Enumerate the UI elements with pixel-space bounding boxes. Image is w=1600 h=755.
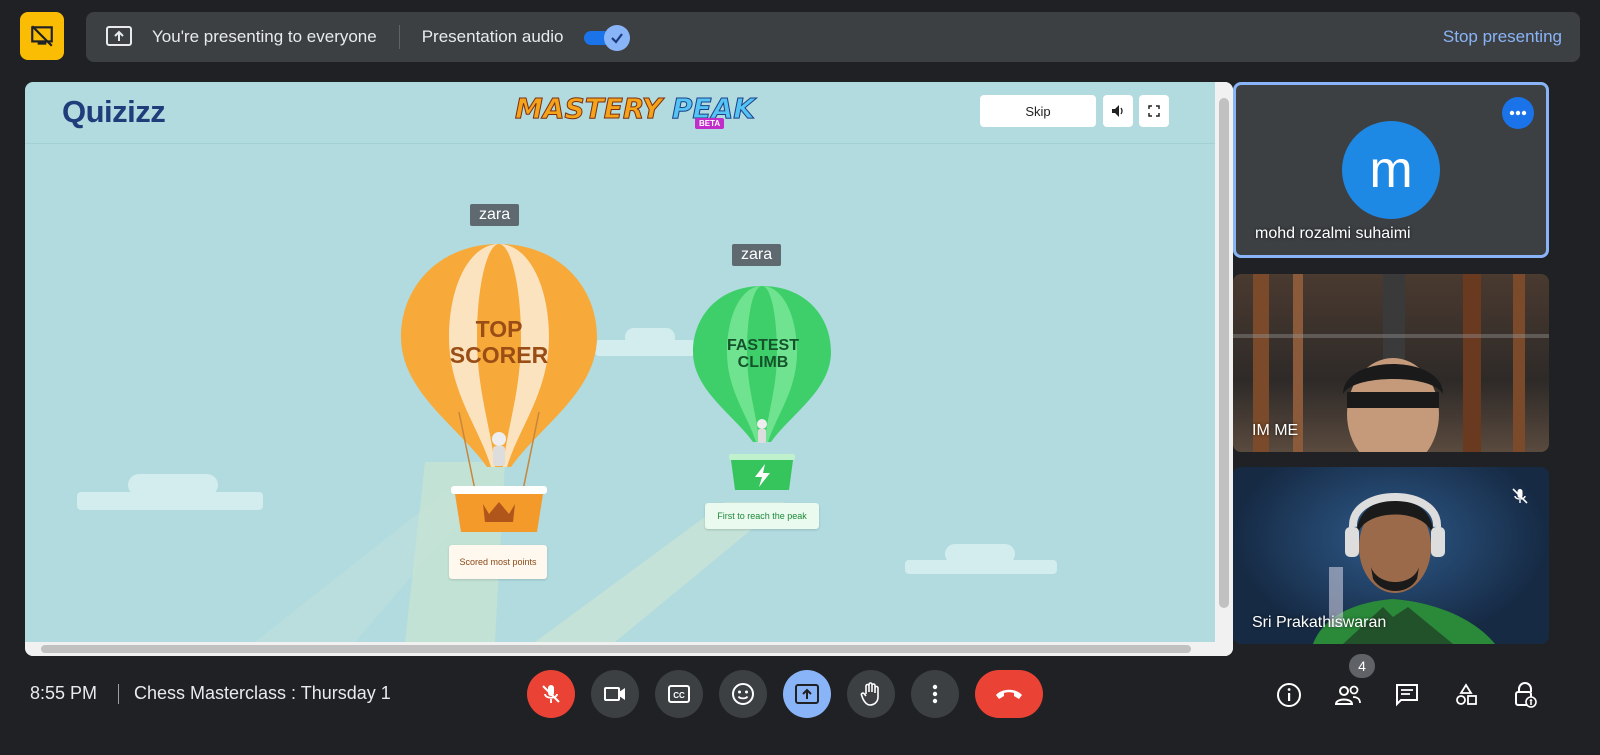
present-screen-icon xyxy=(104,22,134,52)
raise-hand-button[interactable] xyxy=(847,670,895,718)
orange-balloon xyxy=(401,244,597,532)
check-icon xyxy=(610,33,623,44)
activities-icon xyxy=(1456,683,1477,705)
scroll-thumb[interactable] xyxy=(1219,98,1229,608)
light-beams xyxy=(255,462,785,642)
call-end-icon xyxy=(996,689,1022,699)
present-to-all-icon xyxy=(795,684,819,704)
camera-toggle-button[interactable] xyxy=(591,670,639,718)
presenting-bar: You're presenting to everyone Presentati… xyxy=(86,12,1580,62)
participant-name: mohd rozalmi suhaimi xyxy=(1255,225,1411,242)
presenting-status-button[interactable] xyxy=(20,12,64,60)
presentation-audio-label: Presentation audio xyxy=(421,27,564,46)
speaker-icon xyxy=(1112,105,1123,117)
participant-tile[interactable]: Sri Prakathiswaran xyxy=(1233,467,1549,644)
captions-button[interactable]: CC xyxy=(655,670,703,718)
lock-person-icon xyxy=(1515,682,1537,708)
top-scorer-title: TOP SCORER xyxy=(425,316,573,368)
fastest-climb-name-tag: zara xyxy=(732,244,782,266)
participant-tile[interactable]: IM ME xyxy=(1233,274,1549,452)
fullscreen-button[interactable] xyxy=(1139,95,1169,127)
cloud xyxy=(625,328,675,346)
sound-button[interactable] xyxy=(1103,95,1133,127)
closed-captions-icon: CC xyxy=(668,685,690,703)
participant-count-badge: 4 xyxy=(1349,654,1375,678)
fastest-climb-line1: FASTEST xyxy=(726,337,799,354)
present-off-icon xyxy=(31,25,53,47)
mic-off-icon xyxy=(542,685,560,703)
participant-name: Sri Prakathiswaran xyxy=(1252,614,1387,631)
presentation-audio-toggle[interactable] xyxy=(583,24,630,51)
presenting-message: You're presenting to everyone xyxy=(152,27,377,46)
top-scorer-line1: TOP xyxy=(475,316,523,342)
horizontal-scrollbar[interactable] xyxy=(25,642,1233,656)
meeting-clock: 8:55 PM xyxy=(30,683,98,703)
meeting-details-button[interactable] xyxy=(1274,680,1304,710)
divider xyxy=(118,684,119,704)
header-divider xyxy=(25,143,1215,144)
cloud xyxy=(128,474,218,496)
beta-badge: BETA xyxy=(695,118,725,129)
fastest-climb-title: FASTEST CLIMB xyxy=(715,337,811,371)
more-options-button[interactable] xyxy=(911,670,959,718)
top-scorer-name-tag: zara xyxy=(470,204,520,226)
meeting-title: Chess Masterclass : Thursday 1 xyxy=(134,683,391,703)
chat-icon xyxy=(1396,684,1418,707)
toggle-knob xyxy=(603,25,630,51)
vertical-scrollbar[interactable] xyxy=(1215,82,1233,642)
participant-name: IM ME xyxy=(1252,422,1299,439)
stop-presenting-button[interactable]: Stop presenting xyxy=(1443,27,1562,47)
logo-part-mastery: MASTERY xyxy=(514,92,663,126)
avatar: m xyxy=(1342,121,1440,219)
fastest-climb-line2: CLIMB xyxy=(737,354,789,371)
top-scorer-line2: SCORER xyxy=(449,342,549,368)
more-horizontal-icon xyxy=(1509,110,1527,116)
skip-button[interactable]: Skip xyxy=(980,95,1096,127)
people-icon xyxy=(1334,685,1361,705)
reactions-button[interactable] xyxy=(719,670,767,718)
presentation-view: Quizizz MASTERY PEAK BETA Skip zara TOP … xyxy=(25,82,1233,656)
leave-call-button[interactable] xyxy=(975,670,1043,718)
quizizz-logo: Quizizz xyxy=(62,94,166,129)
meet-window: You're presenting to everyone Presentati… xyxy=(0,0,1600,755)
cloud xyxy=(945,544,1015,564)
activities-button[interactable] xyxy=(1451,680,1481,710)
chat-button[interactable] xyxy=(1392,680,1422,710)
more-vertical-icon xyxy=(932,684,938,704)
fastest-climb-caption: First to reach the peak xyxy=(705,503,819,529)
emoji-icon xyxy=(732,683,754,705)
more-options-button[interactable] xyxy=(1502,97,1534,129)
svg-text:CC: CC xyxy=(673,691,685,700)
mic-toggle-button[interactable] xyxy=(527,670,575,718)
green-balloon xyxy=(693,286,831,490)
hand-icon xyxy=(860,682,879,706)
info-icon xyxy=(1277,683,1301,707)
present-screen-button[interactable] xyxy=(783,670,831,718)
top-scorer-caption: Scored most points xyxy=(449,545,547,579)
scroll-thumb[interactable] xyxy=(41,645,1191,653)
people-button[interactable] xyxy=(1333,680,1363,710)
mic-off-icon xyxy=(1512,488,1528,504)
divider xyxy=(398,25,400,49)
fullscreen-icon xyxy=(1148,105,1160,117)
host-controls-button[interactable] xyxy=(1510,680,1540,710)
videocam-icon xyxy=(604,687,625,701)
participant-tile[interactable]: m mohd rozalmi suhaimi xyxy=(1233,82,1549,258)
